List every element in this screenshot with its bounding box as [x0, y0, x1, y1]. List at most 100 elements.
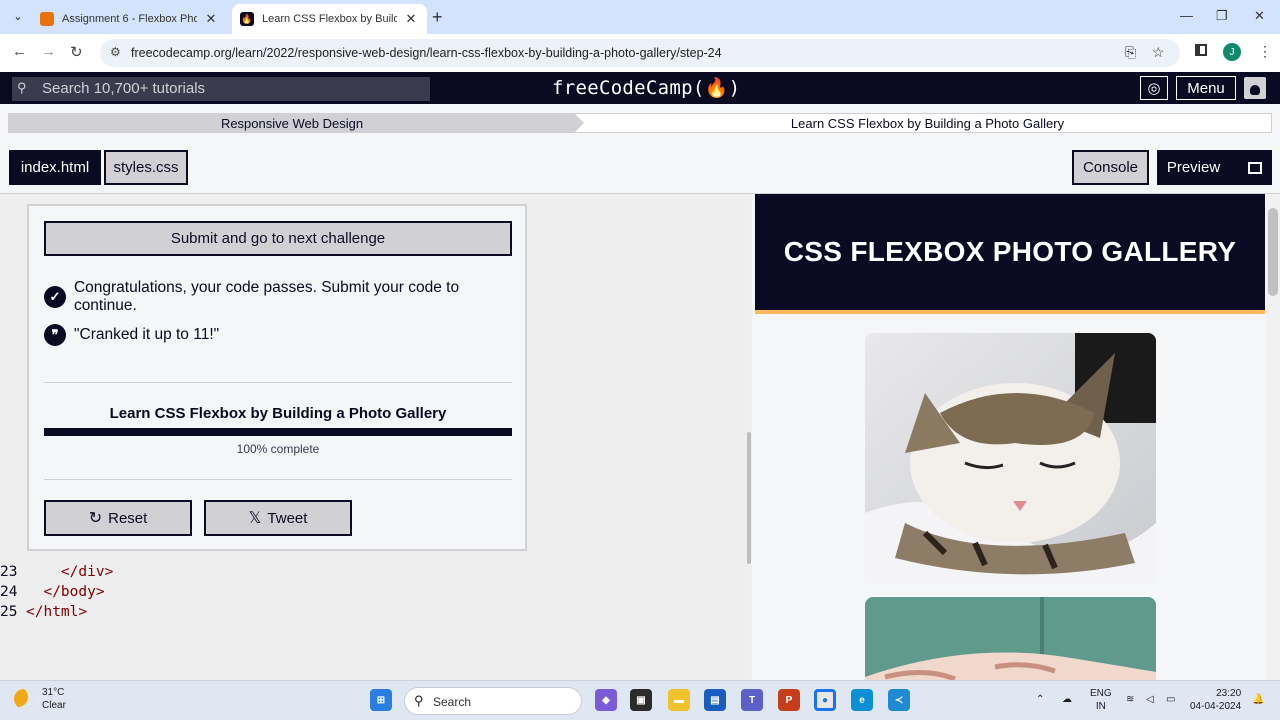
quote-row: ❞ "Cranked it up to 11!"	[44, 324, 219, 346]
tweet-label: Tweet	[267, 509, 308, 527]
forward-icon[interactable]: →	[41, 43, 56, 60]
powerpoint-icon[interactable]: P	[778, 689, 800, 711]
close-tab-icon[interactable]: ✕	[203, 11, 219, 27]
profile-avatar[interactable]: J	[1223, 43, 1241, 61]
line-number: 23	[0, 564, 18, 580]
file-explorer-icon[interactable]: ▬	[668, 689, 690, 711]
browser-tab-fcc[interactable]: 🔥 Learn CSS Flexbox by Building a ✕	[232, 4, 427, 34]
tab-index-html[interactable]: index.html	[9, 150, 101, 185]
preview-label: Preview	[1166, 159, 1221, 176]
search-placeholder: Search 10,700+ tutorials	[42, 80, 206, 97]
new-tab-icon[interactable]: +	[432, 7, 443, 28]
quote-icon: ❞	[44, 324, 66, 346]
edge-icon[interactable]: e	[851, 689, 873, 711]
close-window-icon[interactable]: ✕	[1254, 8, 1265, 24]
minimize-icon[interactable]: —	[1180, 8, 1193, 23]
x-logo-icon: 𝕏	[248, 510, 262, 527]
pass-message-row: ✓ Congratulations, your code passes. Sub…	[44, 279, 525, 315]
divider	[44, 479, 512, 480]
preview-button[interactable]: Preview	[1157, 150, 1272, 185]
browser-tab-assignment[interactable]: Assignment 6 - Flexbox Photo G ✕	[32, 4, 227, 34]
search-input[interactable]: ⚲ Search 10,700+ tutorials	[12, 77, 430, 101]
browser-toolbar: ← → ↻ ⚙ freecodecamp.org/learn/2022/resp…	[0, 34, 1280, 72]
editor-scrollbar-thumb[interactable]	[747, 432, 751, 564]
volume-icon[interactable]: ◁	[1146, 693, 1154, 706]
install-app-icon[interactable]: ⎘	[1125, 44, 1136, 61]
console-button[interactable]: Console	[1072, 150, 1149, 185]
wifi-icon[interactable]: ≋	[1126, 693, 1134, 706]
vscode-icon[interactable]: ≺	[888, 689, 910, 711]
temperature: 31°C	[42, 687, 65, 698]
code-line[interactable]: 25 </html>	[0, 604, 87, 620]
gallery-photo-cat	[865, 333, 1156, 583]
fcc-logo[interactable]: freeCodeCamp(🔥)	[552, 76, 740, 99]
bookmark-star-icon[interactable]: ☆	[1152, 44, 1165, 61]
code-text: </body>	[43, 584, 105, 600]
fcc-navbar: ⚲ Search 10,700+ tutorials freeCodeCamp(…	[0, 72, 1280, 104]
language-globe-icon[interactable]: ◎	[1140, 76, 1168, 100]
lang-top: ENG	[1090, 688, 1112, 699]
code-line[interactable]: 23 </div>	[0, 564, 113, 580]
tweet-button[interactable]: 𝕏 Tweet	[204, 500, 352, 536]
tab-search-chevron-icon[interactable]: ⌄	[8, 6, 28, 26]
close-tab-icon[interactable]: ✕	[403, 11, 419, 27]
user-avatar-icon[interactable]	[1244, 77, 1266, 99]
weather-widget[interactable]: 31°C Clear	[14, 686, 66, 712]
tab-title: Learn CSS Flexbox by Building a	[262, 13, 397, 25]
taskbar-search[interactable]: ⚲ Search	[404, 687, 582, 715]
gallery-title: CSS FLEXBOX PHOTO GALLERY	[783, 236, 1237, 267]
google-classroom-favicon-icon	[40, 12, 54, 26]
tab-styles-css[interactable]: styles.css	[104, 150, 188, 185]
breadcrumb-block[interactable]: Learn CSS Flexbox by Building a Photo Ga…	[584, 114, 1271, 132]
task-view-icon[interactable]: ▣	[630, 689, 652, 711]
breadcrumb-superblock[interactable]: Responsive Web Design	[9, 114, 584, 132]
tab-title: Assignment 6 - Flexbox Photo G	[62, 13, 197, 25]
divider	[44, 382, 512, 383]
clock[interactable]: 23:20 04-04-2024	[1190, 687, 1241, 713]
reload-icon[interactable]: ↻	[70, 43, 83, 61]
menu-button[interactable]: Menu	[1176, 76, 1236, 100]
progress-bar-fill	[45, 429, 511, 435]
url-text[interactable]: freecodecamp.org/learn/2022/responsive-w…	[131, 46, 722, 60]
lang-bottom: IN	[1095, 701, 1106, 712]
gallery-photo-2	[865, 597, 1156, 680]
side-panel-icon[interactable]	[1195, 44, 1207, 56]
time: 23:20	[1216, 688, 1242, 699]
site-info-icon[interactable]: ⚙	[110, 45, 121, 59]
code-text: </html>	[26, 604, 88, 620]
progress-text: 100% complete	[236, 442, 320, 456]
browser-tab-strip: ⌄ Assignment 6 - Flexbox Photo G ✕ 🔥 Lea…	[0, 0, 1280, 34]
address-bar[interactable]: ⚙ freecodecamp.org/learn/2022/responsive…	[100, 39, 1180, 67]
microsoft-store-icon[interactable]: ▤	[704, 689, 726, 711]
fcc-favicon-icon: 🔥	[240, 12, 254, 26]
reset-button[interactable]: ↻ Reset	[44, 500, 192, 536]
quote-text: "Cranked it up to 11!"	[74, 326, 220, 343]
tray-expand-icon[interactable]: ⌃	[1036, 693, 1044, 706]
completion-modal: Submit and go to next challenge ✓ Congra…	[27, 204, 527, 551]
reset-icon: ↻	[88, 510, 103, 527]
search-icon: ⚲	[17, 80, 27, 95]
submit-next-challenge-button[interactable]: Submit and go to next challenge	[44, 221, 512, 256]
cloud-sync-icon[interactable]: ☁	[1062, 693, 1072, 706]
code-text: </div>	[60, 564, 114, 580]
windows-taskbar: 31°C Clear ⊞ ⚲ Search ◆ ▣ ▬ ▤ T P ● e ≺ …	[0, 680, 1280, 720]
code-line[interactable]: 24 </body>	[0, 584, 105, 600]
back-icon[interactable]: ←	[12, 43, 27, 60]
progress-bar	[44, 428, 512, 436]
course-title: Learn CSS Flexbox by Building a Photo Ga…	[109, 405, 447, 422]
copilot-icon[interactable]: ◆	[595, 689, 617, 711]
browser-menu-icon[interactable]: ⋮	[1258, 43, 1272, 60]
maximize-icon[interactable]: ❐	[1216, 8, 1228, 24]
line-number: 25	[0, 604, 18, 620]
taskbar-search-label: Search	[433, 695, 472, 709]
breadcrumb: Responsive Web Design Learn CSS Flexbox …	[8, 113, 1272, 133]
battery-icon[interactable]: ▭	[1166, 693, 1175, 706]
windows-start-icon[interactable]: ⊞	[370, 689, 392, 711]
teams-icon[interactable]: T	[741, 689, 763, 711]
chrome-icon[interactable]: ●	[814, 689, 836, 711]
notification-bell-icon[interactable]: 🔔	[1252, 693, 1264, 706]
weather-condition: Clear	[42, 700, 66, 711]
preview-scrollbar-thumb[interactable]	[1268, 208, 1278, 296]
language-indicator[interactable]: ENG IN	[1090, 687, 1112, 713]
